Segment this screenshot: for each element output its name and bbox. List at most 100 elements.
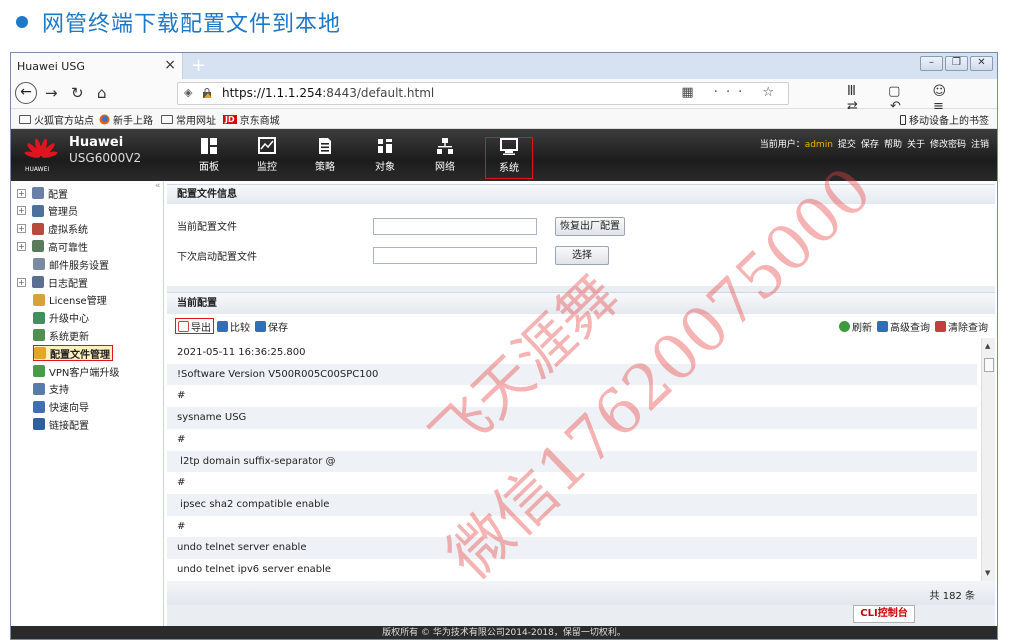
about-link[interactable]: 关于 — [907, 137, 925, 150]
menu-item-icon — [33, 400, 45, 413]
sidebar-item-label: 链接配置 — [49, 420, 89, 432]
url-text[interactable]: https://1.1.1.254:8443/default.html — [222, 86, 434, 100]
next-startup-file-label: 下次启动配置文件 — [177, 252, 257, 263]
sidebar-item[interactable]: 系统更新 — [33, 327, 89, 343]
nav-network[interactable]: 网络 — [421, 137, 469, 179]
scroll-thumb[interactable] — [984, 358, 994, 372]
expand-icon[interactable]: + — [17, 188, 26, 198]
close-tab-icon[interactable]: × — [164, 57, 176, 73]
config-scrollbar[interactable]: ▲ ▼ — [981, 338, 995, 581]
browser-tab[interactable]: Huawei USG × — [11, 53, 183, 79]
config-content[interactable]: 2021-05-11 16:36:25.800 !Software Version… — [167, 338, 995, 581]
bookmark-jd[interactable]: JD 京东商城 — [223, 112, 280, 127]
save-config-button[interactable]: 保存 — [255, 318, 288, 334]
change-password-link[interactable]: 修改密码 — [930, 137, 966, 150]
home-button[interactable]: ⌂ — [97, 84, 107, 102]
sidebar-item[interactable]: + 高可靠性 — [17, 238, 88, 254]
mobile-bookmarks[interactable]: 移动设备上的书签 — [900, 112, 989, 127]
clear-query-icon — [935, 320, 946, 332]
firefox-icon — [99, 114, 110, 125]
clear-query-label: 清除查询 — [948, 322, 988, 334]
sidebar-item[interactable]: + 配置 — [17, 185, 68, 201]
sidebar-item-label: License管理 — [49, 296, 107, 308]
sidebar-item[interactable]: 邮件服务设置 — [33, 256, 109, 272]
collapse-sidebar-icon[interactable]: « — [155, 181, 161, 191]
nav-label: 监控 — [257, 162, 277, 173]
bookmark-common-sites[interactable]: 常用网址 — [161, 112, 216, 127]
refresh-label: 刷新 — [852, 322, 872, 334]
scroll-up-icon[interactable]: ▲ — [985, 342, 990, 350]
close-window-button[interactable]: ✕ — [970, 56, 993, 71]
expand-icon[interactable]: + — [17, 224, 26, 234]
minimize-button[interactable]: – — [920, 56, 943, 71]
next-startup-file-input[interactable] — [373, 247, 537, 264]
expand-icon[interactable]: + — [17, 206, 26, 216]
advanced-query-button[interactable]: 高级查询 — [877, 318, 930, 334]
browser-titlebar: Huawei USG × + – ❐ ✕ — [11, 53, 997, 79]
nav-dashboard[interactable]: 面板 — [185, 137, 233, 179]
refresh-button[interactable]: 刷新 — [839, 318, 872, 334]
window-controls: – ❐ ✕ — [920, 56, 993, 71]
back-button[interactable]: ← — [15, 82, 37, 104]
mobile-bookmarks-label: 移动设备上的书签 — [909, 116, 989, 127]
compare-icon — [217, 320, 228, 332]
menu-item-icon — [32, 204, 44, 217]
sidebar-item[interactable]: License管理 — [33, 292, 107, 308]
expand-icon[interactable]: + — [17, 277, 26, 287]
restore-factory-button[interactable]: 恢复出厂配置 — [555, 217, 625, 236]
huawei-wordmark: HUAWEI — [25, 166, 50, 173]
sidebar-item[interactable]: + 虚拟系统 — [17, 221, 88, 237]
restore-button[interactable]: ❐ — [945, 56, 968, 71]
sidebar-item[interactable]: + 管理员 — [17, 203, 78, 219]
slide-heading: 网管终端下载配置文件到本地 — [12, 6, 341, 38]
nav-monitor[interactable]: 监控 — [243, 137, 291, 179]
copyright-bar: 版权所有 © 华为技术有限公司2014-2018，保留一切权利。 — [11, 626, 997, 639]
submit-link[interactable]: 提交 — [838, 137, 856, 150]
logout-link[interactable]: 注销 — [971, 137, 989, 150]
config-info-header: 配置文件信息 — [167, 184, 995, 204]
dashboard-icon — [201, 138, 217, 154]
sidebar-item-label: 系统更新 — [49, 331, 89, 343]
sidebar-item[interactable]: 链接配置 — [33, 416, 89, 432]
advanced-query-icon — [877, 320, 888, 332]
config-line: ipsec sha2 compatible enable — [167, 493, 977, 516]
nav-object[interactable]: 对象 — [361, 137, 409, 179]
current-config-file-label: 当前配置文件 — [177, 222, 237, 233]
sidebar-item[interactable]: 快速向导 — [33, 399, 89, 415]
export-icon — [178, 320, 189, 332]
sidebar-item[interactable]: + 日志配置 — [17, 274, 88, 290]
menu-item-icon — [32, 240, 44, 253]
address-bar[interactable]: ◈ https://1.1.1.254:8443/default.html ▦ … — [177, 82, 789, 105]
config-info-body: 当前配置文件 恢复出厂配置 下次启动配置文件 选择 — [167, 204, 995, 286]
sidebar-item[interactable]: VPN客户端升级 — [33, 363, 119, 379]
nav-system[interactable]: 系统 — [485, 137, 533, 179]
refresh-icon — [839, 320, 850, 332]
sidebar-item[interactable]: 支持 — [33, 381, 69, 397]
sidebar-item-label: 升级中心 — [49, 314, 89, 326]
scroll-down-icon[interactable]: ▼ — [985, 569, 990, 577]
reload-button[interactable]: ↻ — [71, 84, 84, 102]
current-user-label: 当前用户： — [759, 140, 805, 150]
select-file-button[interactable]: 选择 — [555, 246, 609, 265]
compare-button[interactable]: 比较 — [217, 318, 250, 334]
save-link[interactable]: 保存 — [861, 137, 879, 150]
sidebar-item[interactable]: 配置文件管理 — [33, 345, 113, 362]
clear-query-button[interactable]: 清除查询 — [935, 318, 988, 334]
expand-icon[interactable]: + — [17, 241, 26, 251]
config-line: undo telnet ipv6 server enable — [177, 564, 332, 575]
forward-button[interactable]: → — [45, 84, 58, 102]
mobile-icon — [900, 114, 906, 125]
nav-policy[interactable]: 策略 — [301, 137, 349, 179]
url-actions[interactable]: ▦ ··· ☆ — [681, 85, 782, 100]
new-tab-button[interactable]: + — [191, 55, 206, 76]
help-link[interactable]: 帮助 — [884, 137, 902, 150]
export-button[interactable]: 导出 — [175, 318, 214, 334]
bookmark-firefox[interactable]: 火狐官方站点 — [19, 112, 94, 127]
menu-item-icon — [33, 418, 45, 431]
current-config-file-input[interactable] — [373, 218, 537, 235]
sidebar: « + 配置 + 管理员 + 虚拟系统 + 高可靠性邮件服务设置 + 日志配置 License管理升… — [11, 181, 164, 626]
bookmark-getting-started[interactable]: 新手上路 — [99, 112, 153, 127]
sidebar-item[interactable]: 升级中心 — [33, 310, 89, 326]
bookmark-label: 火狐官方站点 — [34, 116, 94, 127]
cli-console-button[interactable]: CLI控制台 — [853, 605, 915, 623]
